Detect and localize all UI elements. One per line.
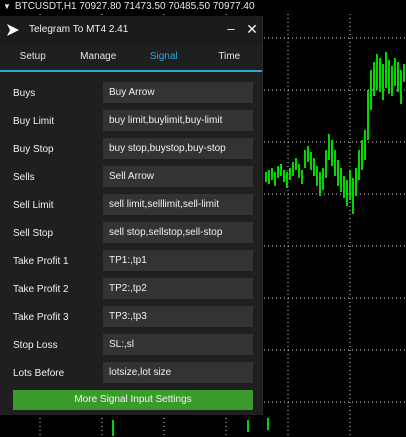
buys-label: Buys (13, 88, 36, 99)
take-profit-2-input[interactable]: TP2:,tp2 (103, 278, 253, 299)
take-profit-3-label: Take Profit 3 (13, 312, 69, 323)
field-row-take-profit-1: Take Profit 1 TP1:,tp1 (0, 250, 262, 278)
tab-setup[interactable]: Setup (0, 44, 66, 70)
app-logo-icon (7, 24, 19, 36)
sell-stop-input[interactable]: sell stop,sellstop,sell-stop (103, 222, 253, 243)
buys-input[interactable]: Buy Arrow (103, 82, 253, 103)
field-row-sells: Sells Sell Arrow (0, 166, 262, 194)
field-row-stop-loss: Stop Loss SL:,sl (0, 334, 262, 362)
symbol-quote-text: BTCUSDT,H1 70927.80 71473.50 70485.50 70… (14, 1, 255, 12)
collapse-triangle-icon: ▼ (3, 2, 11, 11)
field-row-sell-stop: Sell Stop sell stop,sellstop,sell-stop (0, 222, 262, 250)
stop-loss-input[interactable]: SL:,sl (103, 334, 253, 355)
sell-stop-label: Sell Stop (13, 228, 54, 239)
panel-titlebar[interactable]: Telegram To MT4 2.41 – ✕ (0, 16, 262, 44)
tab-bar: Setup Manage Signal Time (0, 44, 262, 72)
take-profit-3-input[interactable]: TP3:,tp3 (103, 306, 253, 327)
field-row-take-profit-3: Take Profit 3 TP3:,tp3 (0, 306, 262, 334)
field-row-buys: Buys Buy Arrow (0, 82, 262, 110)
buy-limit-input[interactable]: buy limit,buylimit,buy-limit (103, 110, 253, 131)
signal-settings-form: Buys Buy Arrow Buy Limit buy limit,buyli… (0, 82, 262, 390)
sell-limit-input[interactable]: sell limit,selllimit,sell-limit (103, 194, 253, 215)
tab-signal[interactable]: Signal (131, 44, 197, 70)
sells-label: Sells (13, 172, 35, 183)
tab-time[interactable]: Time (197, 44, 263, 70)
minimize-button[interactable]: – (222, 20, 240, 38)
field-row-take-profit-2: Take Profit 2 TP2:,tp2 (0, 278, 262, 306)
lots-before-input[interactable]: lotsize,lot size (103, 362, 253, 383)
lots-before-label: Lots Before (13, 368, 65, 379)
field-row-sell-limit: Sell Limit sell limit,selllimit,sell-lim… (0, 194, 262, 222)
tab-manage[interactable]: Manage (66, 44, 132, 70)
field-row-lots-before: Lots Before lotsize,lot size (0, 362, 262, 390)
chart-symbol-line: ▼ BTCUSDT,H1 70927.80 71473.50 70485.50 7… (3, 1, 255, 12)
buy-stop-input[interactable]: buy stop,buystop,buy-stop (103, 138, 253, 159)
take-profit-1-label: Take Profit 1 (13, 256, 69, 267)
sells-input[interactable]: Sell Arrow (103, 166, 253, 187)
close-button[interactable]: ✕ (243, 20, 261, 38)
buy-stop-label: Buy Stop (13, 144, 54, 155)
stop-loss-label: Stop Loss (13, 340, 58, 351)
panel-title: Telegram To MT4 2.41 (29, 24, 129, 35)
take-profit-1-input[interactable]: TP1:,tp1 (103, 250, 253, 271)
field-row-buy-limit: Buy Limit buy limit,buylimit,buy-limit (0, 110, 262, 138)
telegram-to-mt4-panel: Telegram To MT4 2.41 – ✕ Setup Manage Si… (0, 16, 263, 415)
more-signal-input-settings-button[interactable]: More Signal Input Settings (13, 390, 253, 410)
take-profit-2-label: Take Profit 2 (13, 284, 69, 295)
field-row-buy-stop: Buy Stop buy stop,buystop,buy-stop (0, 138, 262, 166)
buy-limit-label: Buy Limit (13, 116, 55, 127)
sell-limit-label: Sell Limit (13, 200, 54, 211)
